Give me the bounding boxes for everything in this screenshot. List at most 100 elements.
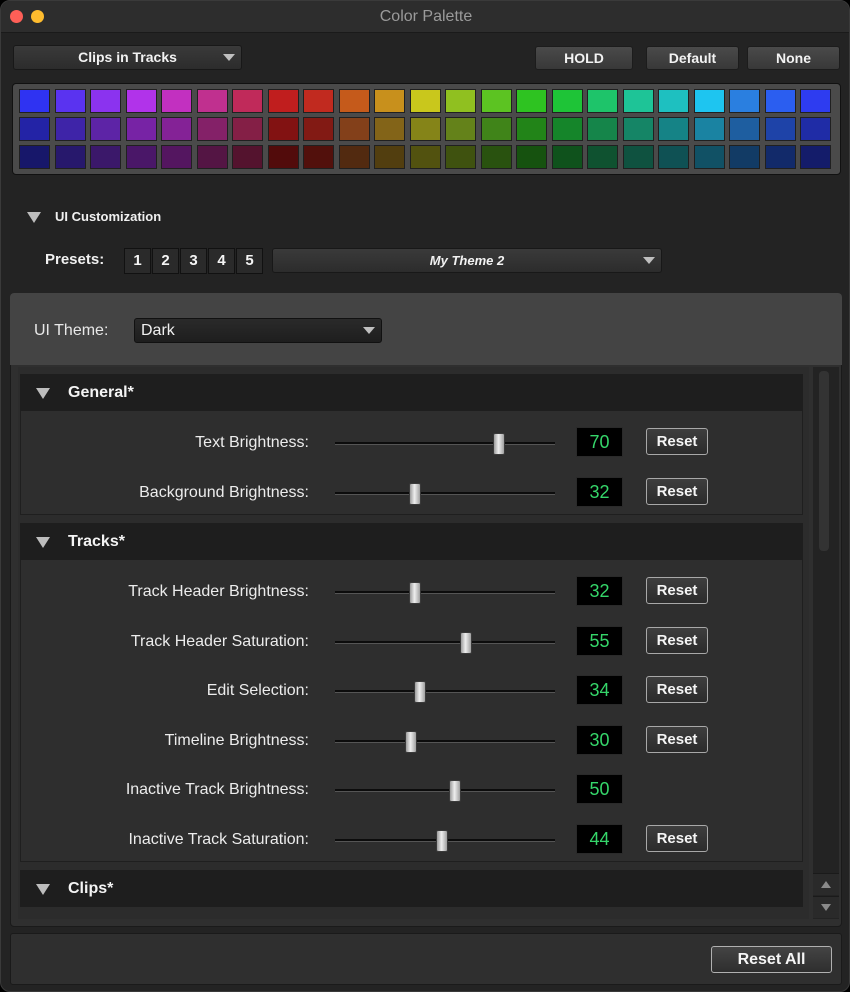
default-button[interactable]: Default (646, 46, 739, 70)
color-swatch[interactable] (693, 117, 725, 141)
slider-thumb[interactable] (405, 731, 417, 753)
color-swatch[interactable] (622, 89, 654, 113)
color-swatch[interactable] (587, 117, 618, 141)
color-swatch[interactable] (338, 145, 370, 169)
color-swatch[interactable] (54, 145, 86, 169)
color-swatch[interactable] (374, 117, 405, 141)
slider-thumb[interactable] (460, 632, 472, 654)
color-swatch[interactable] (764, 117, 796, 141)
reset-button[interactable]: Reset (646, 627, 708, 654)
slider-thumb[interactable] (435, 830, 448, 852)
color-swatch[interactable] (587, 89, 618, 113)
color-swatch[interactable] (445, 89, 476, 113)
color-swatch[interactable] (19, 145, 50, 169)
slider-track[interactable] (335, 442, 555, 445)
preset-button-3[interactable]: 3 (180, 248, 207, 274)
slider-track[interactable] (335, 492, 555, 495)
slider-thumb[interactable] (409, 582, 422, 604)
disclosure-triangle-icon[interactable] (27, 212, 41, 223)
reset-button[interactable]: Reset (646, 478, 708, 505)
color-swatch[interactable] (516, 117, 547, 141)
preset-button-2[interactable]: 2 (152, 248, 179, 274)
disclosure-triangle-icon[interactable] (36, 388, 50, 399)
color-swatch[interactable] (196, 145, 228, 169)
color-swatch[interactable] (764, 89, 796, 113)
value-display[interactable]: 34 (576, 675, 623, 705)
color-swatch[interactable] (19, 117, 50, 141)
value-display[interactable]: 30 (576, 725, 623, 755)
disclosure-triangle-icon[interactable] (36, 884, 50, 895)
color-swatch[interactable] (764, 145, 796, 169)
color-swatch[interactable] (693, 145, 725, 169)
slider-track[interactable] (335, 690, 555, 693)
color-swatch[interactable] (658, 89, 689, 113)
color-swatch[interactable] (54, 89, 86, 113)
ui-theme-dropdown[interactable]: Dark (134, 318, 382, 343)
color-swatch[interactable] (90, 145, 121, 169)
color-swatch[interactable] (303, 117, 334, 141)
section-header-general[interactable]: General* (20, 374, 803, 411)
slider-track[interactable] (335, 591, 555, 594)
color-swatch[interactable] (729, 145, 760, 169)
color-swatch[interactable] (622, 117, 654, 141)
color-swatch[interactable] (338, 117, 370, 141)
color-swatch[interactable] (800, 89, 831, 113)
color-swatch[interactable] (587, 145, 618, 169)
color-swatch[interactable] (90, 89, 121, 113)
slider-thumb[interactable] (413, 681, 426, 703)
color-swatch[interactable] (480, 117, 512, 141)
color-swatch[interactable] (196, 117, 228, 141)
disclosure-triangle-icon[interactable] (36, 537, 50, 548)
slider-thumb[interactable] (409, 483, 422, 505)
color-swatch[interactable] (196, 89, 228, 113)
color-swatch[interactable] (445, 117, 476, 141)
color-swatch[interactable] (267, 145, 299, 169)
value-display[interactable]: 55 (576, 626, 623, 656)
color-swatch[interactable] (551, 89, 583, 113)
preset-button-5[interactable]: 5 (236, 248, 263, 274)
color-swatch[interactable] (374, 89, 405, 113)
color-swatch[interactable] (338, 89, 370, 113)
color-swatch[interactable] (125, 89, 157, 113)
color-swatch[interactable] (693, 89, 725, 113)
color-swatch[interactable] (800, 117, 831, 141)
value-display[interactable]: 70 (576, 427, 623, 457)
color-swatch[interactable] (161, 145, 192, 169)
value-display[interactable]: 32 (576, 477, 623, 507)
section-header-tracks[interactable]: Tracks* (20, 523, 803, 560)
color-swatch[interactable] (551, 117, 583, 141)
color-swatch[interactable] (551, 145, 583, 169)
reset-all-button[interactable]: Reset All (711, 946, 832, 973)
slider-thumb[interactable] (493, 433, 505, 455)
reset-button[interactable]: Reset (646, 577, 708, 604)
color-swatch[interactable] (658, 117, 689, 141)
slider-track[interactable] (335, 789, 555, 792)
color-swatch[interactable] (516, 145, 547, 169)
color-swatch[interactable] (125, 117, 157, 141)
reset-button[interactable]: Reset (646, 676, 708, 703)
color-swatch[interactable] (232, 145, 263, 169)
color-swatch[interactable] (267, 117, 299, 141)
color-swatch[interactable] (480, 145, 512, 169)
preset-button-1[interactable]: 1 (124, 248, 151, 274)
color-swatch[interactable] (480, 89, 512, 113)
color-swatch[interactable] (267, 89, 299, 113)
color-swatch[interactable] (54, 117, 86, 141)
color-swatch[interactable] (409, 89, 441, 113)
color-swatch[interactable] (409, 145, 441, 169)
color-swatch[interactable] (125, 145, 157, 169)
theme-preset-dropdown[interactable]: My Theme 2 (272, 248, 662, 273)
color-swatch[interactable] (232, 89, 263, 113)
slider-track[interactable] (335, 740, 555, 743)
color-swatch[interactable] (161, 117, 192, 141)
color-swatch[interactable] (232, 117, 263, 141)
value-display[interactable]: 50 (576, 774, 623, 804)
color-swatch[interactable] (303, 89, 334, 113)
none-button[interactable]: None (747, 46, 840, 70)
reset-button[interactable]: Reset (646, 726, 708, 753)
color-swatch[interactable] (303, 145, 334, 169)
color-swatch[interactable] (516, 89, 547, 113)
color-swatch[interactable] (161, 89, 192, 113)
color-swatch[interactable] (19, 89, 50, 113)
value-display[interactable]: 44 (576, 824, 623, 854)
